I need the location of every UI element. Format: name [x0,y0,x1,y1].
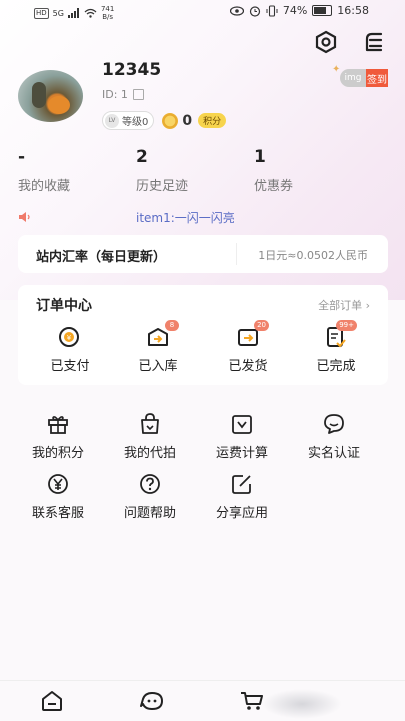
tool-my-proxy-bid[interactable]: 我的代拍 [115,412,185,461]
tool-my-points[interactable]: 我的积分 [23,412,93,461]
order-badge: 99+ [336,320,357,331]
tool-help[interactable]: 问题帮助 [115,472,185,521]
user-id: ID: 1 [102,88,144,101]
nav-highlight [262,689,342,719]
points-tag[interactable]: 积分 [198,113,227,128]
order-label: 已发货 [228,359,268,374]
order-badge: 20 [254,320,269,331]
user-badges: LV 等级0 0 积分 [102,111,227,130]
settings-icon[interactable] [313,29,339,55]
tools-grid: 我的积分 我的代拍 运费计算 实名认证 联系客服 问题帮助 分享应用 [18,400,388,535]
notice-text: item1:一闪一闪亮 [136,210,235,225]
stat-label: 我的收藏 [18,179,71,194]
vibrate-icon [266,4,278,17]
order-label: 已支付 [50,359,90,374]
menu-icon[interactable] [361,29,387,55]
signin-button[interactable]: img 签到 [340,69,388,87]
points-value: 0 [182,112,193,129]
tool-label: 运费计算 [215,446,268,461]
bottom-nav [0,680,405,721]
tool-label: 分享应用 [215,506,268,521]
tool-customer-service[interactable]: 联系客服 [23,472,93,521]
question-icon [138,472,162,496]
order-shipped[interactable]: 20 已发货 [218,320,278,374]
divider [236,243,237,265]
avatar-pumpkin [48,96,70,114]
net-speed-unit: B/s [102,13,114,21]
notice-bar[interactable]: item1:一闪一闪亮 [18,208,388,226]
stat-value: 2 [136,147,148,167]
edit-icon [230,472,254,496]
hd-indicator: HD [34,7,49,19]
svg-text:¥: ¥ [67,334,72,342]
tool-share-app[interactable]: 分享应用 [207,472,277,521]
chat-face-icon[interactable] [138,689,166,713]
stat-label: 历史足迹 [136,179,189,194]
level-label: 等级0 [122,117,149,128]
yen-clock-icon: ¥ [57,325,83,349]
order-label: 已入库 [138,359,178,374]
tool-label: 我的积分 [31,446,84,461]
tool-label: 实名认证 [307,446,360,461]
inbound-box-icon: 8 [145,320,179,349]
freight-icon [230,412,254,436]
stat-label: 优惠券 [254,179,294,194]
order-center-title: 订单中心 [36,298,92,314]
order-label: 已完成 [316,359,356,374]
signin-image: img [340,69,366,87]
net-speed-value: 741 [100,5,115,13]
user-id-text: ID: 1 [102,88,128,101]
order-paid[interactable]: ¥ 已支付 [40,325,100,374]
eye-icon [229,5,244,16]
username: 12345 [102,60,162,80]
avatar-figure [32,82,46,108]
alarm-icon [249,5,260,17]
cart-icon[interactable] [238,689,266,713]
copy-icon[interactable] [132,89,144,100]
net-speed: 741 B/s [101,5,114,21]
signal-icon [67,8,79,18]
chat-bubble-icon [322,412,346,436]
stat-history[interactable]: 2 历史足迹 [136,147,188,194]
stat-favorites[interactable]: - 我的收藏 [18,147,70,194]
done-doc-icon: 99+ [323,320,357,349]
stat-value: - [18,147,26,167]
gift-icon [46,412,70,436]
shipped-box-icon: 20 [235,320,269,349]
exchange-value: 1日元≈0.0502人民币 [258,249,368,262]
stat-value: 1 [254,147,266,167]
tool-label: 联系客服 [31,506,84,521]
order-center-card: 订单中心 全部订单 › ¥ 已支付 8 已入库 20 已发货 99+ 已完成 [18,285,388,385]
avatar[interactable] [18,70,83,122]
yen-circle-icon [46,472,70,496]
clock-time: 16:58 [337,4,369,17]
all-orders-link[interactable]: 全部订单 › [318,297,370,313]
battery-icon [312,5,333,16]
home-icon[interactable] [38,689,66,713]
order-badge: 8 [165,320,179,331]
battery-percent: 74% [282,4,308,17]
tool-label: 问题帮助 [123,506,176,521]
signal-label: 5G [52,8,64,18]
level-icon: LV [105,113,119,128]
speaker-icon [19,212,30,222]
tool-label: 我的代拍 [123,446,176,461]
wifi-icon [84,8,97,18]
order-stored[interactable]: 8 已入库 [128,320,188,374]
stat-coupons[interactable]: 1 优惠券 [254,147,293,194]
exchange-rate-card: 站内汇率（每日更新） 1日元≈0.0502人民币 [18,235,388,273]
tool-real-name[interactable]: 实名认证 [299,412,369,461]
order-completed[interactable]: 99+ 已完成 [306,320,366,374]
tool-freight-calc[interactable]: 运费计算 [207,412,277,461]
signin-label: 签到 [366,69,388,87]
status-bar: HD 5G 741 B/s 74% 16:58 [0,0,405,24]
bag-icon [138,412,162,436]
coin-icon [162,112,179,129]
exchange-title: 站内汇率（每日更新） [36,250,167,265]
level-badge[interactable]: LV 等级0 [102,111,155,130]
